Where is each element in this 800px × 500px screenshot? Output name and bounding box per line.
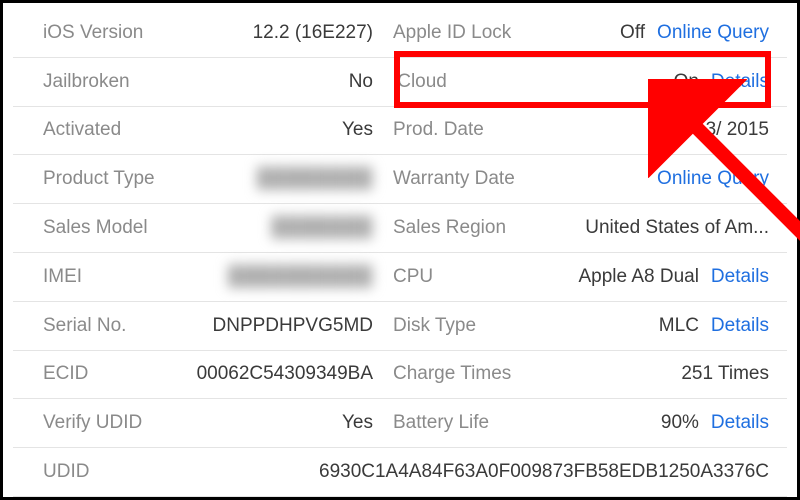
row-jailbroken-icloud: Jailbroken No iCloud On Details [13, 58, 787, 107]
label-imei: IMEI [43, 266, 82, 288]
value-battery-life: 90% [661, 412, 699, 434]
row-salesmodel-salesregion: Sales Model ███████ Sales Region United … [13, 204, 787, 253]
row-activated-proddate: Activated Yes Prod. Date 3/ 2015 [13, 107, 787, 156]
label-disk-type: Disk Type [393, 315, 476, 337]
value-apple-id-lock: Off [620, 22, 645, 44]
row-serial-disktype: Serial No. DNPPDHPVG5MD Disk Type MLC De… [13, 302, 787, 351]
value-udid: 6930C1A4A84F63A0F009873FB58EDB1250A3376C [319, 461, 769, 483]
value-ecid: 00062C54309349BA [197, 363, 373, 385]
value-product-type: ████████ [257, 168, 373, 190]
value-disk-type: MLC [659, 315, 699, 337]
row-udid: UDID 6930C1A4A84F63A0F009873FB58EDB1250A… [13, 448, 787, 497]
value-charge-times: 251 Times [681, 363, 769, 385]
link-warranty-query[interactable]: Online Query [657, 168, 769, 190]
row-imei-cpu: IMEI ██████████ CPU Apple A8 Dual Detail… [13, 253, 787, 302]
link-disk-details[interactable]: Details [711, 315, 769, 337]
label-activated: Activated [43, 119, 121, 141]
link-battery-details[interactable]: Details [711, 412, 769, 434]
label-ecid: ECID [43, 363, 88, 385]
row-ecid-chargetimes: ECID 00062C54309349BA Charge Times 251 T… [13, 351, 787, 400]
label-sales-model: Sales Model [43, 217, 148, 239]
label-serial-no: Serial No. [43, 315, 126, 337]
value-prod-date: 3/ 2015 [706, 119, 769, 141]
link-cpu-details[interactable]: Details [711, 266, 769, 288]
value-cpu: Apple A8 Dual [579, 266, 699, 288]
label-battery-life: Battery Life [393, 412, 489, 434]
label-udid: UDID [43, 461, 89, 483]
label-charge-times: Charge Times [393, 363, 511, 385]
value-serial-no: DNPPDHPVG5MD [213, 315, 373, 337]
value-imei: ██████████ [228, 266, 373, 288]
row-ios-appleid: iOS Version 12.2 (16E227) Apple ID Lock … [13, 9, 787, 58]
label-prod-date: Prod. Date [393, 119, 484, 141]
row-verifyudid-battery: Verify UDID Yes Battery Life 90% Details [13, 399, 787, 448]
value-activated: Yes [342, 119, 373, 141]
value-verify-udid: Yes [342, 412, 373, 434]
label-ios-version: iOS Version [43, 22, 143, 44]
device-info-panel: iOS Version 12.2 (16E227) Apple ID Lock … [13, 9, 787, 497]
link-apple-id-lock-query[interactable]: Online Query [657, 22, 769, 44]
label-warranty-date: Warranty Date [393, 168, 515, 190]
label-jailbroken: Jailbroken [43, 71, 130, 93]
label-product-type: Product Type [43, 168, 155, 190]
label-icloud: iCloud [393, 71, 447, 93]
row-producttype-warranty: Product Type ████████ Warranty Date Onli… [13, 155, 787, 204]
value-jailbroken: No [349, 71, 373, 93]
label-cpu: CPU [393, 266, 433, 288]
label-verify-udid: Verify UDID [43, 412, 142, 434]
label-sales-region: Sales Region [393, 217, 506, 239]
value-ios-version: 12.2 (16E227) [253, 22, 373, 44]
link-icloud-details[interactable]: Details [711, 71, 769, 93]
label-apple-id-lock: Apple ID Lock [393, 22, 511, 44]
value-icloud: On [674, 71, 699, 93]
value-sales-region: United States of Am... [585, 217, 769, 239]
value-sales-model: ███████ [272, 217, 373, 239]
